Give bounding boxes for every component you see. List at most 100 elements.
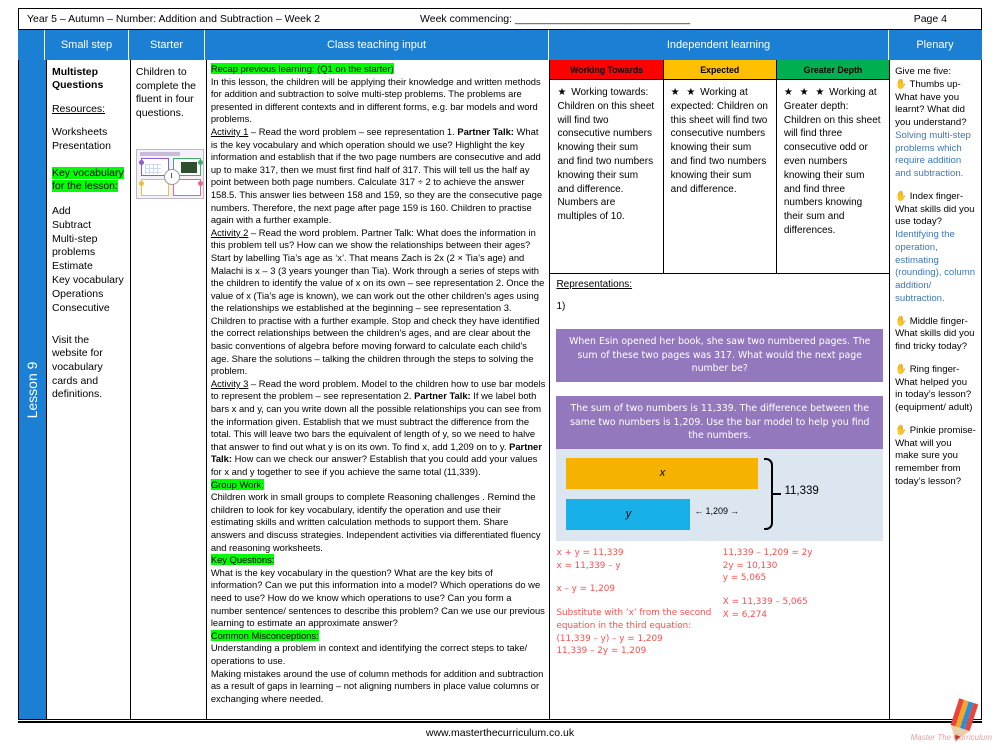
differentiation-content-row: ★ Working towards: Children on this shee… xyxy=(550,80,890,274)
thumbnail-marker-dot xyxy=(197,159,203,165)
differentiation-header-expected: Expected xyxy=(663,60,777,80)
activity-1-label: Activity 1 xyxy=(210,125,249,137)
right-arrow-icon: → xyxy=(729,505,739,516)
representation-number: 1) xyxy=(556,301,566,312)
common-misconceptions-heading: Common Misconceptions: xyxy=(210,629,319,641)
differentiation-cell-working-towards: ★ Working towards: Children on this shee… xyxy=(550,80,664,273)
hand-icon: ✋ xyxy=(895,315,908,327)
bar-model-diagram: x y 11,339 ← 1,209 → xyxy=(556,448,884,541)
column-header-independent-learning: Independent learning xyxy=(549,30,889,60)
word-problem-1: When Esin opened her book, she saw two n… xyxy=(556,329,884,382)
differentiation-cell-expected: ★ ★ Working at expected: Children on thi… xyxy=(664,80,777,273)
column-header-small-step: Small step xyxy=(45,30,129,60)
differentiation-header-row: Working Towards Expected Greater Depth xyxy=(550,60,890,80)
vocab-item: Subtract xyxy=(51,218,92,231)
vocab-item: Consecutive xyxy=(51,301,110,314)
independent-learning-cell: Working Towards Expected Greater Depth ★… xyxy=(549,60,890,719)
plenary-question-3: ✋ Middle finger- What skills did you fin… xyxy=(895,316,976,354)
plenary-question-5: ✋ Pinkie promise- What will you make sur… xyxy=(895,425,976,489)
hand-icon: ✋ xyxy=(895,363,908,375)
recap-heading: Recap previous learning: (Q1 on the star… xyxy=(210,63,394,74)
plenary-cell: Give me five: ✋ Thumbs up- What have you… xyxy=(889,60,981,719)
equation-line: 11,339 – 2y = 1,209 xyxy=(556,646,647,657)
level-text: Children on this sheet will find two con… xyxy=(670,100,768,195)
plenary-question-text: Index finger- What skills did you use to… xyxy=(895,190,975,228)
plenary-answer-2: Identifying the operation, estimating (r… xyxy=(895,229,976,304)
level-lead: Working towards: xyxy=(571,87,649,98)
vocab-item: Estimate xyxy=(51,260,93,273)
activity-2-text: – Read the word problem. Partner Talk: W… xyxy=(210,226,545,377)
vocab-item: Add xyxy=(51,204,71,217)
footer-website-url: www.masterthecurriculum.co.uk xyxy=(425,727,575,739)
bar-x: x xyxy=(566,457,759,489)
brace-tick xyxy=(773,492,782,495)
total-brace xyxy=(764,457,774,530)
plenary-question-text: Ring finger- What helped you in today’s … xyxy=(895,363,973,413)
plenary-answer-1: Solving multi-step problems which requir… xyxy=(895,129,971,179)
starter-text: Children to complete the fluent in four … xyxy=(135,66,197,119)
representations-label: Representations: xyxy=(556,279,633,290)
bar-model-difference: ← 1,209 → xyxy=(694,506,739,516)
differentiation-cell-greater-depth: ★ ★ ★ Working at Greater depth: Children… xyxy=(777,80,889,273)
hand-icon: ✋ xyxy=(895,78,908,90)
resource-item: Worksheets xyxy=(51,126,108,139)
group-work-heading: Group Work: xyxy=(210,478,264,490)
class-teaching-input-cell: Recap previous learning: (Q1 on the star… xyxy=(205,60,550,719)
bar-model-total-label: 11,339 xyxy=(784,484,819,497)
equations-right-column: 11,339 – 1,209 = 2y 2y = 10,130 y = 5,06… xyxy=(717,547,883,658)
equation-line: X = 11,339 – 5,065 xyxy=(722,597,808,607)
group-work-text: Children work in small groups to complet… xyxy=(210,491,541,553)
key-vocabulary-heading: Key vocabulary for the lesson: xyxy=(51,166,125,194)
thumbnail-marker-dot xyxy=(138,180,144,186)
equation-line: (11,339 – y) – y = 1,209 xyxy=(556,633,663,644)
thumbnail-marker-dot xyxy=(138,159,144,165)
column-header-band: Small step Starter Class teaching input … xyxy=(18,30,982,60)
website-note: Visit the website for vocabulary cards a… xyxy=(51,333,103,401)
equation-line: y = 5,065 xyxy=(722,573,767,584)
hand-icon: ✋ xyxy=(895,190,908,202)
vocab-item: Multi-step xyxy=(51,232,98,245)
equation-line: 11,339 – 1,209 = 2y xyxy=(722,547,813,558)
column-header-class-teaching-input: Class teaching input xyxy=(205,30,549,60)
lesson-plan-page: Year 5 – Autumn – Number: Addition and S… xyxy=(0,0,1000,750)
lesson-number-label: Lesson 9 xyxy=(24,361,41,418)
left-arrow-icon: ← xyxy=(694,505,704,516)
small-step-title: Multistep Questions xyxy=(51,66,104,92)
equation-line: X = 6,274 xyxy=(722,609,767,620)
plenary-question-1: ✋ Thumbs up- What have you learnt? What … xyxy=(895,79,976,130)
spine-header-spacer xyxy=(18,30,45,60)
thumbnail-title-band xyxy=(139,151,180,156)
resources-label: Resources: xyxy=(51,103,106,116)
differentiation-header-working-towards: Working Towards xyxy=(550,60,664,80)
partner-talk-label: Partner Talk: xyxy=(414,390,471,402)
column-header-plenary: Plenary xyxy=(889,30,981,60)
star-rating-icon: ★ ★ ★ xyxy=(783,87,827,98)
lesson-body: Lesson 9 Multistep Questions Resources: … xyxy=(18,60,982,720)
page-title: Year 5 – Autumn – Number: Addition and S… xyxy=(27,13,321,25)
document-header: Year 5 – Autumn – Number: Addition and S… xyxy=(18,8,982,30)
partner-talk-label: Partner Talk: xyxy=(457,125,514,137)
representations-area: Representations: 1) When Esin opened her… xyxy=(550,274,889,719)
thumbnail-marker-dot xyxy=(197,180,203,186)
footer-divider xyxy=(18,721,982,723)
activity-3-text-2: How can we check our answer? Establish t… xyxy=(210,453,538,477)
logo-wordmark: Master The Curriculum xyxy=(910,733,992,742)
level-text: Children on this sheet will find two con… xyxy=(557,100,655,223)
key-vocabulary-heading-text: Key vocabulary for the lesson: xyxy=(51,166,124,193)
word-problem-2: The sum of two numbers is 11,339. The di… xyxy=(556,395,884,449)
misconceptions-text-2: Making mistakes around the use of column… xyxy=(210,667,544,704)
thumbnail-grid xyxy=(144,163,161,174)
equation-line: x = 11,339 – y xyxy=(556,560,621,571)
equations-left-column: x + y = 11,339 x = 11,339 – y x – y = 1,… xyxy=(556,547,716,658)
equation-line: x – y = 1,209 xyxy=(556,584,616,595)
key-vocabulary-list: Add Subtract Multi-step problems Estimat… xyxy=(52,205,125,316)
activity-1-lead: – Read the word problem – see representa… xyxy=(248,125,458,137)
equations-block: x + y = 11,339 x = 11,339 – y x – y = 1,… xyxy=(556,547,883,658)
